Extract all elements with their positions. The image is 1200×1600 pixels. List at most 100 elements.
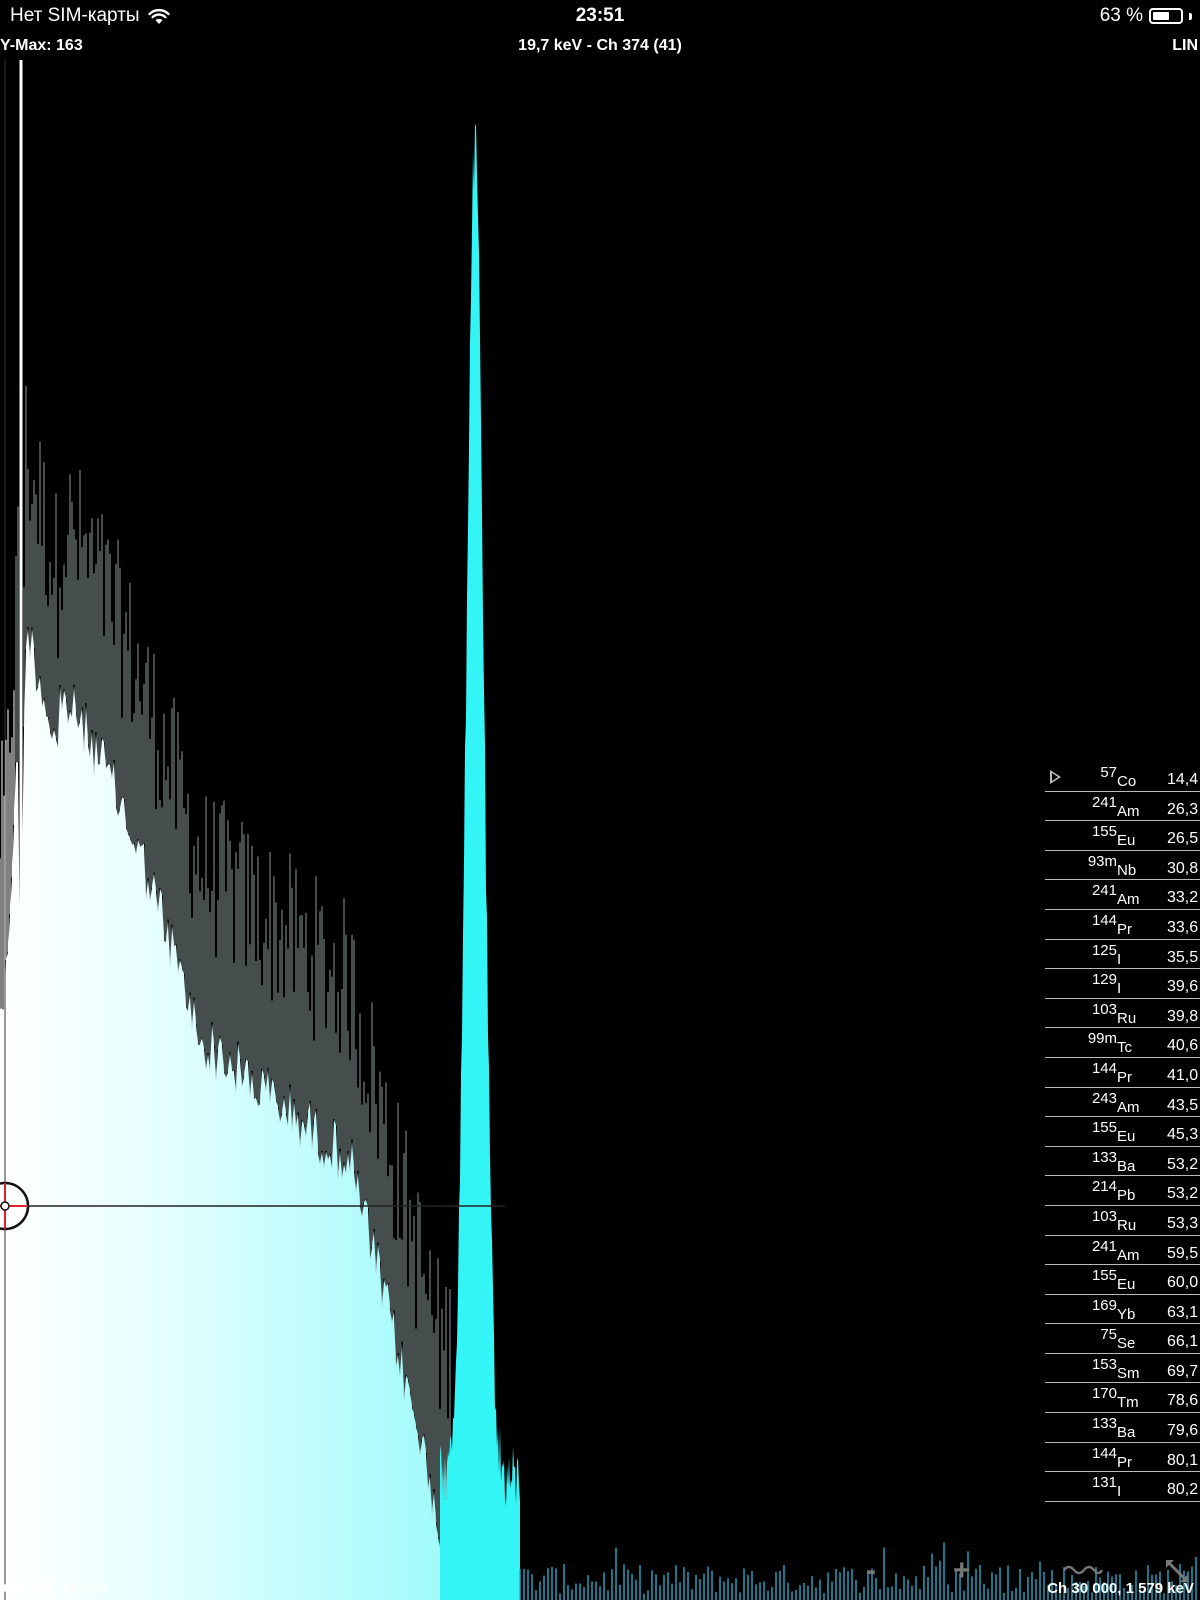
isotope-mass: 153 bbox=[1091, 1355, 1117, 1373]
isotope-symbol: Am bbox=[1117, 1098, 1140, 1116]
cursor-readout: 19,7 keV - Ch 374 (41) bbox=[518, 37, 682, 54]
isotope-mass: 155 bbox=[1091, 1119, 1117, 1137]
status-bar: Нет SIM-карты 23:51 63 % bbox=[0, 0, 1200, 34]
isotope-symbol: Ru bbox=[1117, 1216, 1137, 1234]
isotope-mass: 133 bbox=[1091, 1415, 1117, 1433]
isotope-mass: 214 bbox=[1091, 1178, 1117, 1196]
isotope-row[interactable]: 129 I 39,6 bbox=[1045, 969, 1200, 999]
isotope-row[interactable]: 144 Pr 41,0 bbox=[1045, 1058, 1200, 1088]
isotope-mass: 144 bbox=[1091, 1059, 1117, 1077]
isotope-symbol: Pr bbox=[1117, 1453, 1132, 1471]
wave-icon[interactable] bbox=[1063, 1561, 1103, 1577]
isotope-row[interactable]: 155 Eu 26,5 bbox=[1045, 821, 1200, 851]
isotope-row[interactable]: 170 Tm 78,6 bbox=[1045, 1383, 1200, 1414]
isotope-mass: 103 bbox=[1091, 1000, 1117, 1018]
isotope-energy: 66,1 bbox=[1167, 1333, 1199, 1351]
isotope-mass: 170 bbox=[1091, 1385, 1117, 1403]
isotope-energy: 80,1 bbox=[1167, 1451, 1199, 1469]
isotope-symbol: Am bbox=[1117, 802, 1140, 820]
isotope-symbol: Pb bbox=[1117, 1187, 1136, 1205]
isotope-energy: 14,4 bbox=[1167, 771, 1199, 788]
isotope-energy: 53,2 bbox=[1167, 1155, 1199, 1173]
isotope-row[interactable]: 99m Tc 40,6 bbox=[1045, 1028, 1200, 1058]
isotope-symbol: Pr bbox=[1117, 1068, 1132, 1086]
isotope-row[interactable]: 103 Ru 39,8 bbox=[1045, 999, 1200, 1029]
isotope-list: 57 Co 14,4 241 Am 26,3 155 Eu 26,5 93m Nb 30,8 241 Am… bbox=[1045, 762, 1200, 1502]
isotope-symbol: Co bbox=[1117, 773, 1137, 790]
isotope-symbol: Eu bbox=[1117, 1128, 1136, 1146]
isotope-mass: 155 bbox=[1091, 1267, 1117, 1285]
spectrum-app: Нет SIM-карты 23:51 63 % Y-Max: 163 19,7… bbox=[0, 0, 1200, 1600]
isotope-row[interactable]: 57 Co 14,4 bbox=[1045, 762, 1200, 792]
isotope-row[interactable]: 125 I 35,5 bbox=[1045, 940, 1200, 970]
isotope-symbol: Se bbox=[1117, 1335, 1136, 1353]
isotope-mass: 144 bbox=[1091, 1444, 1117, 1462]
isotope-energy: 63,1 bbox=[1167, 1303, 1199, 1321]
isotope-energy: 40,6 bbox=[1167, 1037, 1199, 1055]
isotope-mass: 241 bbox=[1091, 793, 1117, 811]
isotope-row[interactable]: 93m Nb 30,8 bbox=[1045, 851, 1200, 881]
isotope-row[interactable]: 153 Sm 69,7 bbox=[1045, 1354, 1200, 1384]
isotope-energy: 53,3 bbox=[1167, 1214, 1199, 1232]
isotope-row[interactable]: 144 Pr 33,6 bbox=[1045, 910, 1200, 940]
isotope-symbol: Pr bbox=[1117, 920, 1132, 938]
isotope-row[interactable]: 75 Se 66,1 bbox=[1045, 1324, 1200, 1354]
battery-tip bbox=[1189, 12, 1192, 20]
isotope-energy: 33,6 bbox=[1167, 918, 1199, 936]
axis-end-label: Ch 30 000, 1 579 keV bbox=[1047, 1580, 1194, 1597]
isotope-energy: 41,0 bbox=[1167, 1066, 1199, 1084]
isotope-energy: 80,2 bbox=[1167, 1481, 1199, 1499]
peak-fill bbox=[440, 123, 520, 1600]
isotope-row[interactable]: 133 Ba 53,2 bbox=[1045, 1147, 1200, 1177]
isotope-row[interactable]: 131 I 80,2 bbox=[1045, 1472, 1200, 1502]
isotope-mass: 169 bbox=[1091, 1296, 1117, 1314]
isotope-energy: 45,3 bbox=[1167, 1126, 1199, 1144]
isotope-symbol: Tm bbox=[1117, 1394, 1139, 1412]
isotope-mass: 243 bbox=[1091, 1089, 1117, 1107]
isotope-energy: 35,5 bbox=[1167, 948, 1199, 966]
isotope-row[interactable]: 144 Pr 80,1 bbox=[1045, 1443, 1200, 1473]
isotope-symbol: I bbox=[1117, 980, 1122, 998]
isotope-mass: 93m bbox=[1087, 852, 1117, 870]
isotope-symbol: Am bbox=[1117, 1246, 1140, 1264]
isotope-energy: 26,3 bbox=[1167, 800, 1199, 818]
isotope-symbol: Am bbox=[1117, 891, 1140, 909]
isotope-mass: 131 bbox=[1091, 1474, 1117, 1492]
isotope-row[interactable]: 155 Eu 45,3 bbox=[1045, 1117, 1200, 1147]
zoom-out-button[interactable]: - bbox=[866, 1556, 876, 1586]
battery-level bbox=[1153, 12, 1169, 20]
isotope-symbol: Ba bbox=[1117, 1157, 1136, 1175]
isotope-row[interactable]: 241 Am 26,3 bbox=[1045, 792, 1200, 822]
isotope-mass: 57 bbox=[1100, 764, 1117, 781]
isotope-mass: 99m bbox=[1087, 1030, 1117, 1048]
isotope-mass: 75 bbox=[1100, 1326, 1117, 1344]
isotope-row[interactable]: 169 Yb 63,1 bbox=[1045, 1295, 1200, 1325]
clock: 23:51 bbox=[575, 5, 625, 26]
isotope-row[interactable]: 243 Am 43,5 bbox=[1045, 1088, 1200, 1118]
isotope-energy: 30,8 bbox=[1167, 859, 1199, 877]
isotope-energy: 26,5 bbox=[1167, 830, 1199, 848]
spectrum-chart[interactable] bbox=[0, 60, 1200, 1600]
isotope-symbol: Eu bbox=[1117, 1276, 1136, 1294]
isotope-symbol: Nb bbox=[1117, 861, 1137, 879]
zoom-in-button[interactable]: + bbox=[953, 1556, 971, 1586]
scale-mode-toggle[interactable]: LIN bbox=[1172, 37, 1198, 55]
battery-percent: 63 % bbox=[1099, 5, 1143, 26]
isotope-row[interactable]: 155 Eu 60,0 bbox=[1045, 1265, 1200, 1295]
isotope-row[interactable]: 133 Ba 79,6 bbox=[1045, 1413, 1200, 1443]
isotope-row[interactable]: 214 Pb 53,2 bbox=[1045, 1176, 1200, 1206]
isotope-row[interactable]: 241 Am 59,5 bbox=[1045, 1236, 1200, 1266]
battery-icon bbox=[1149, 8, 1183, 24]
isotope-mass: 241 bbox=[1091, 882, 1117, 900]
isotope-mass: 129 bbox=[1091, 971, 1117, 989]
isotope-row[interactable]: 103 Ru 53,3 bbox=[1045, 1206, 1200, 1236]
isotope-mass: 144 bbox=[1091, 911, 1117, 929]
isotope-energy: 43,5 bbox=[1167, 1096, 1199, 1114]
isotope-energy: 33,2 bbox=[1167, 889, 1199, 907]
isotope-row[interactable]: 241 Am 33,2 bbox=[1045, 880, 1200, 910]
isotope-energy: 39,8 bbox=[1167, 1007, 1199, 1025]
isotope-mass: 103 bbox=[1091, 1207, 1117, 1225]
isotope-mass: 155 bbox=[1091, 823, 1117, 841]
isotope-energy: 39,6 bbox=[1167, 978, 1199, 996]
isotope-mass: 125 bbox=[1091, 941, 1117, 959]
